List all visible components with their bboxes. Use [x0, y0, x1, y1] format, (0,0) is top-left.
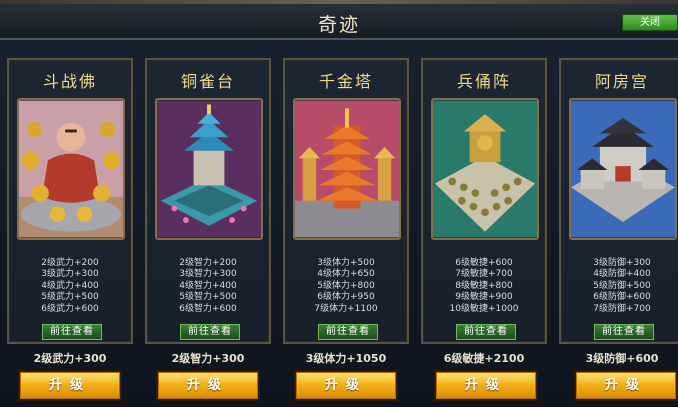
wonder-image-pagoda[interactable]: [293, 98, 401, 240]
bonus-line: 5级防御+500: [593, 280, 651, 291]
window-title: 奇迹: [317, 14, 360, 36]
goto-view-button[interactable]: 前往查看: [594, 324, 654, 340]
current-bonus: 3级体力+1050: [305, 352, 387, 365]
bonus-list: 3级防御+300 4级防御+400 5级防御+500 6级防御+600 7级防御…: [561, 258, 678, 315]
wonder-image-pavilion[interactable]: [155, 98, 263, 240]
goto-view-button[interactable]: 前往查看: [42, 324, 102, 340]
bonus-line: 2级武力+200: [41, 258, 99, 268]
epang-palace-picture: [571, 100, 675, 238]
close-button[interactable]: 关闭: [622, 14, 678, 31]
bonus-line: 5级体力+800: [317, 280, 375, 291]
bonus-line: 4级武力+400: [41, 280, 99, 291]
wonder-image-terracotta[interactable]: [431, 98, 539, 240]
terracotta-army-picture: [433, 100, 537, 238]
bonus-line: 4级体力+650: [317, 269, 375, 280]
bonus-line: 9级敏捷+900: [455, 292, 513, 303]
wonder-name: 阿房宫: [594, 72, 649, 91]
wonder-name: 斗战佛: [42, 72, 97, 91]
bonus-line: 4级防御+400: [593, 269, 651, 280]
current-bonus: 6级敏捷+2100: [443, 352, 525, 365]
wonder-card-tong-que-tai: 铜雀台 2级智力+200 3级智力+300 4级智力+400 5级智力+500 …: [145, 58, 271, 344]
wonder-name: 铜雀台: [180, 72, 235, 91]
upgrade-button[interactable]: 升级: [296, 372, 396, 399]
bonus-list: 2级智力+200 3级智力+300 4级智力+400 5级智力+500 6级智力…: [147, 258, 269, 315]
bonus-list: 2级武力+200 3级武力+300 4级武力+400 5级武力+500 6级武力…: [9, 258, 131, 315]
bonus-line: 6级体力+950: [317, 292, 375, 303]
bonus-list: 6级敏捷+600 7级敏捷+700 8级敏捷+800 9级敏捷+900 10级敏…: [423, 258, 545, 315]
wonder-card-dou-zhan-fo: 斗战佛 2级武力+200 3级武力+300 4级武力+400 5级武力+500 …: [7, 58, 133, 344]
bonus-line: 7级敏捷+700: [455, 269, 513, 280]
current-bonus: 2级武力+300: [33, 352, 107, 365]
bonus-line: 7级体力+1100: [314, 303, 378, 314]
bonus-line: 3级体力+500: [317, 258, 375, 268]
wonder-image-palace[interactable]: [569, 98, 677, 240]
bonus-line: 8级敏捷+800: [455, 280, 513, 291]
bonus-line: 7级防御+700: [593, 303, 651, 314]
bonus-line: 5级武力+500: [41, 292, 99, 303]
bonus-list: 3级体力+500 4级体力+650 5级体力+800 6级体力+950 7级体力…: [285, 258, 407, 315]
bonus-line: 6级敏捷+600: [455, 258, 513, 268]
wonder-image-buddha[interactable]: [17, 98, 125, 240]
bonus-line: 6级武力+600: [41, 303, 99, 314]
wonder-card-e-pang-gong: 阿房宫 3级防御+300 4级防御+400 5级防御+500 6级防御+600 …: [559, 58, 678, 344]
bonus-line: 10级敏捷+1000: [449, 303, 519, 314]
wonder-card-bing-yong-zhen: 兵俑阵 6级敏捷+600 7级敏捷+700 8级敏捷+800 9级敏捷+900: [421, 58, 547, 344]
bonus-line: 5级智力+500: [179, 292, 237, 303]
upgrade-button[interactable]: 升级: [436, 372, 536, 399]
bonus-line: 6级智力+600: [179, 303, 237, 314]
upgrade-button[interactable]: 升级: [20, 372, 120, 399]
goto-view-button[interactable]: 前往查看: [456, 324, 516, 340]
upgrade-button[interactable]: 升级: [576, 372, 676, 399]
bonus-line: 3级智力+300: [179, 269, 237, 280]
current-bonus: 2级智力+300: [171, 352, 245, 365]
title-bar: 奇迹 关闭: [0, 0, 678, 40]
bronze-sparrow-terrace-picture: [157, 100, 261, 238]
bonus-line: 4级智力+400: [179, 280, 237, 291]
bonus-line: 3级武力+300: [41, 269, 99, 280]
goto-view-button[interactable]: 前往查看: [318, 324, 378, 340]
wonder-name: 兵俑阵: [456, 72, 511, 91]
golden-pagoda-picture: [295, 100, 399, 238]
upgrade-button[interactable]: 升级: [158, 372, 258, 399]
bonus-line: 3级防御+300: [593, 258, 651, 268]
current-bonus: 3级防御+600: [585, 352, 659, 365]
wonders-window: 奇迹 关闭 斗战佛 2级武力+200 3级武力+300 4级武力+400 5级武…: [0, 0, 678, 407]
wonder-card-qian-jin-ta: 千金塔 3级体力+500 4级体力+650 5级体力+800 6级体力+950 …: [283, 58, 409, 344]
bonus-line: 2级智力+200: [179, 258, 237, 268]
buddha-statue-picture: [19, 100, 123, 238]
goto-view-button[interactable]: 前往查看: [180, 324, 240, 340]
wonder-name: 千金塔: [318, 72, 373, 91]
bonus-line: 6级防御+600: [593, 292, 651, 303]
